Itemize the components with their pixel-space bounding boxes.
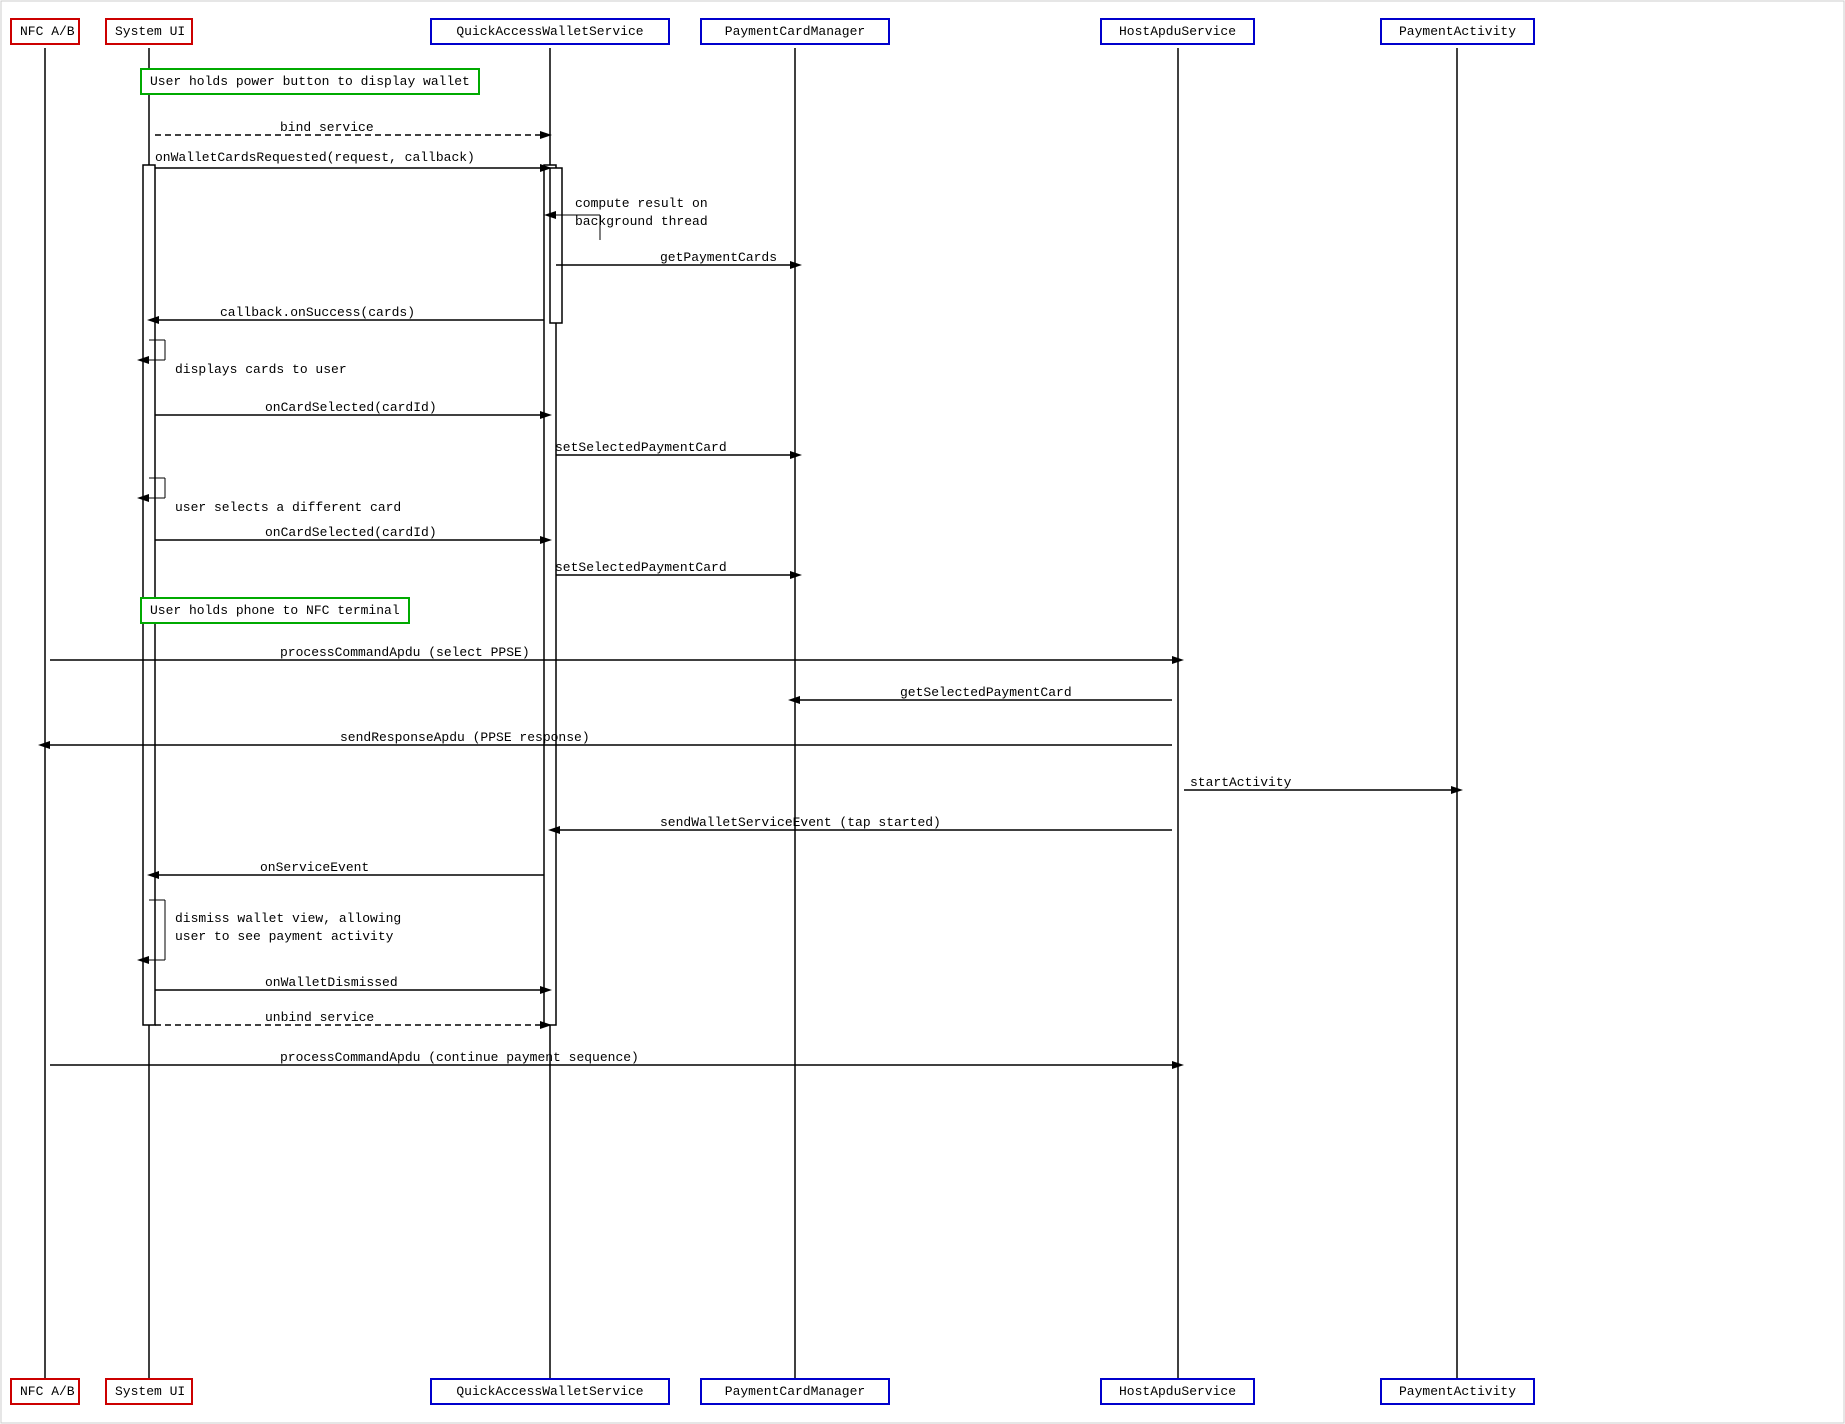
msg-oncardselected1: onCardSelected(cardId): [265, 400, 437, 415]
note-compute: compute result on background thread: [575, 195, 708, 231]
msg-oncardselected2: onCardSelected(cardId): [265, 525, 437, 540]
msg-dismiss-wallet: dismiss wallet view, allowing user to se…: [175, 910, 401, 946]
msg-bind-service: bind service: [280, 120, 374, 135]
msg-getselectedpaymentcard: getSelectedPaymentCard: [900, 685, 1072, 700]
msg-displays-cards: displays cards to user: [175, 362, 347, 377]
actor-nfc-top: NFC A/B: [10, 18, 80, 45]
msg-processcommandapdu1: processCommandApdu (select PPSE): [280, 645, 530, 660]
msg-startactivity: startActivity: [1190, 775, 1291, 790]
msg-user-selects-diff: user selects a different card: [175, 500, 401, 515]
msg-sendwalletserviceevent: sendWalletServiceEvent (tap started): [660, 815, 941, 830]
msg-sendresponseapdu: sendResponseApdu (PPSE response): [340, 730, 590, 745]
actor-pcm-bottom: PaymentCardManager: [700, 1378, 890, 1405]
actor-pa-top: PaymentActivity: [1380, 18, 1535, 45]
actor-pcm-top: PaymentCardManager: [700, 18, 890, 45]
arrows-svg: [0, 0, 1845, 1424]
msg-setselectedpaymentcard2: setSelectedPaymentCard: [555, 560, 727, 575]
msg-onwalletdismissed: onWalletDismissed: [265, 975, 398, 990]
msg-callback-onsuccess: callback.onSuccess(cards): [220, 305, 415, 320]
actor-has-bottom: HostApduService: [1100, 1378, 1255, 1405]
msg-onserviceevent: onServiceEvent: [260, 860, 369, 875]
actor-pa-bottom: PaymentActivity: [1380, 1378, 1535, 1405]
actor-systemui-bottom: System UI: [105, 1378, 193, 1405]
note-power-button: User holds power button to display walle…: [140, 68, 480, 95]
msg-onwalletcards: onWalletCardsRequested(request, callback…: [155, 150, 475, 165]
actor-qaws-top: QuickAccessWalletService: [430, 18, 670, 45]
note-nfc-terminal: User holds phone to NFC terminal: [140, 597, 410, 624]
sequence-diagram: NFC A/B System UI QuickAccessWalletServi…: [0, 0, 1845, 1424]
actor-nfc-bottom: NFC A/B: [10, 1378, 80, 1405]
actor-systemui-top: System UI: [105, 18, 193, 45]
msg-getpaymentcards: getPaymentCards: [660, 250, 777, 265]
actor-qaws-bottom: QuickAccessWalletService: [430, 1378, 670, 1405]
actor-has-top: HostApduService: [1100, 18, 1255, 45]
msg-setselectedpaymentcard1: setSelectedPaymentCard: [555, 440, 727, 455]
msg-processcommandapdu2: processCommandApdu (continue payment seq…: [280, 1050, 639, 1065]
msg-unbind-service: unbind service: [265, 1010, 374, 1025]
